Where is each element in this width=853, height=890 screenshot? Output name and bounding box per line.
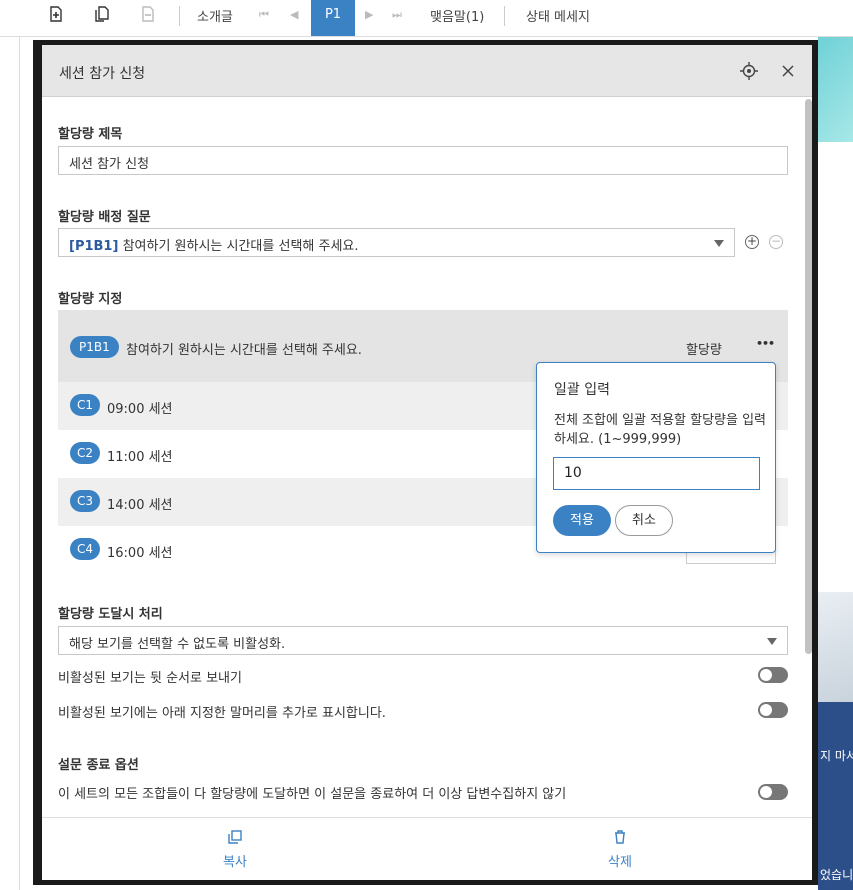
background-image	[818, 592, 853, 702]
prev-page-icon: ◀	[290, 8, 299, 21]
background-text: 지 마서	[820, 749, 853, 763]
option-show-note-label: 비활성된 보기에는 아래 지정한 말머리를 추가로 표시합니다.	[58, 706, 386, 721]
dialog-title: 세션 참가 신청	[59, 66, 146, 82]
background-dark-panel	[818, 702, 853, 890]
chevron-down-icon	[714, 240, 724, 247]
combo-label: 16:00 세션	[107, 546, 173, 561]
combo-badge: C4	[70, 538, 101, 560]
copy-button[interactable]: 복사	[205, 830, 265, 870]
intro-button[interactable]: 소개글	[197, 0, 233, 36]
scrollbar[interactable]	[804, 97, 812, 817]
end-survey-toggle[interactable]	[758, 784, 788, 800]
status-message-button[interactable]: 상태 메세지	[526, 0, 590, 36]
next-page-icon: ▶	[365, 8, 374, 21]
show-note-toggle[interactable]	[758, 702, 788, 718]
quota-question-label: 할당량 배정 질문	[58, 210, 151, 225]
trash-icon	[615, 830, 625, 844]
reach-handling-value: 해당 보기를 선택할 수 없도록 비활성화.	[69, 637, 286, 652]
quota-title-input[interactable]: 세션 참가 신청	[58, 146, 788, 175]
close-icon[interactable]	[778, 61, 798, 81]
locate-icon[interactable]	[739, 61, 759, 81]
survey-end-label: 설문 종료 옵션	[58, 758, 139, 773]
remove-question-icon: −	[769, 234, 783, 249]
copy-icon	[228, 830, 242, 844]
popover-title: 일괄 입력	[554, 382, 610, 398]
background-banner	[818, 37, 853, 142]
closing-button[interactable]: 맺음말(1)	[430, 0, 484, 36]
question-code: [P1B1]	[69, 239, 119, 254]
reach-handling-select[interactable]: 해당 보기를 선택할 수 없도록 비활성화.	[58, 626, 788, 655]
dialog-footer: 복사 삭제	[42, 817, 812, 880]
send-back-toggle[interactable]	[758, 667, 788, 683]
dialog-header: 세션 참가 신청	[42, 45, 812, 97]
delete-button[interactable]: 삭제	[590, 830, 650, 870]
top-toolbar: 소개글 ⏮ ◀ P1 ▶ ⏭ 맺음말(1) 상태 메세지	[0, 0, 853, 37]
combo-badge: C3	[70, 490, 101, 512]
quota-column-label: 할당량	[686, 343, 722, 358]
popover-description: 전체 조합에 일괄 적용할 할당량을 입력하세요. (1~999,999)	[554, 413, 767, 447]
quota-question-select[interactable]: [P1B1] 참여하기 원하시는 시간대를 선택해 주세요.	[58, 228, 735, 257]
background-divider	[19, 37, 20, 890]
quota-assign-label: 할당량 지정	[58, 292, 123, 307]
bulk-quota-input[interactable]: 10	[553, 457, 760, 490]
apply-button[interactable]: 적용	[553, 505, 611, 536]
allocation-question-text: 참여하기 원하시는 시간대를 선택해 주세요.	[126, 343, 362, 358]
add-page-icon[interactable]	[49, 6, 63, 22]
combo-label: 11:00 세션	[107, 450, 173, 465]
chevron-down-icon	[767, 638, 777, 645]
toolbar-divider	[179, 6, 180, 26]
combo-label: 14:00 세션	[107, 498, 173, 513]
question-badge: P1B1	[70, 336, 119, 358]
first-page-icon: ⏮	[259, 8, 269, 21]
copy-label: 복사	[223, 855, 247, 870]
question-text: 참여하기 원하시는 시간대를 선택해 주세요.	[122, 239, 359, 254]
bulk-input-popover: 일괄 입력 전체 조합에 일괄 적용할 할당량을 입력하세요. (1~999,9…	[536, 362, 776, 553]
quota-title-label: 할당량 제목	[58, 127, 123, 142]
toolbar-divider	[504, 6, 505, 26]
delete-page-icon	[142, 6, 154, 22]
last-page-icon: ⏭	[392, 8, 402, 21]
combo-badge: C2	[70, 442, 101, 464]
more-options-icon[interactable]: •••	[756, 337, 775, 350]
page-tab-p1[interactable]: P1	[311, 0, 355, 36]
option-end-label: 이 세트의 모든 조합들이 다 할당량에 도달하면 이 설문을 종료하여 더 이…	[58, 787, 567, 802]
combo-badge: C1	[70, 394, 101, 416]
copy-page-icon[interactable]	[95, 6, 109, 22]
add-question-icon[interactable]: +	[745, 235, 759, 249]
scroll-thumb[interactable]	[805, 99, 812, 654]
delete-label: 삭제	[608, 855, 632, 870]
background-text: 었습니	[820, 868, 853, 882]
option-send-back-label: 비활성된 보기는 뒷 순서로 보내기	[58, 671, 242, 686]
reach-handling-label: 할당량 도달시 처리	[58, 607, 163, 622]
cancel-button[interactable]: 취소	[615, 505, 673, 536]
combo-label: 09:00 세션	[107, 402, 173, 417]
